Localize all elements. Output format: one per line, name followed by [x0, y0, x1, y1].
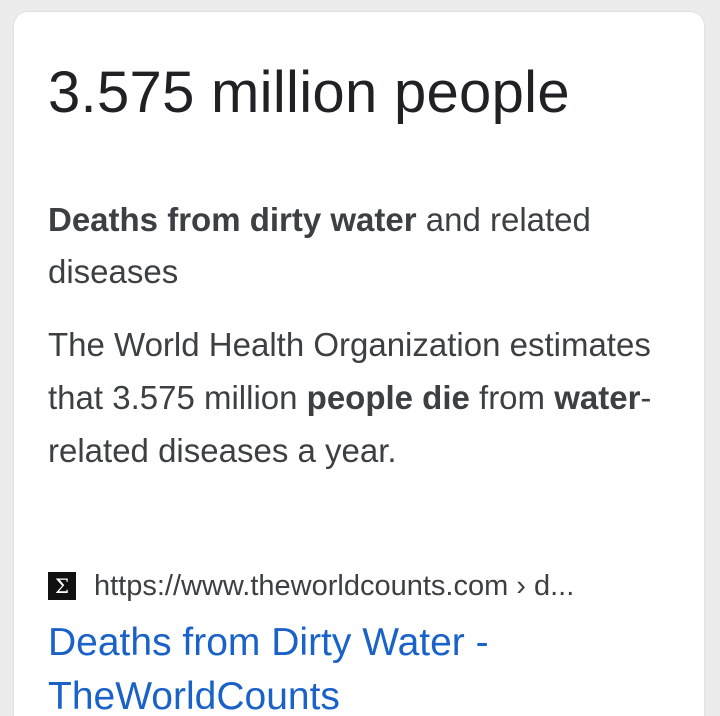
answer-heading: 3.575 million people — [48, 60, 570, 125]
snippet-text: The World Health Organization estimates … — [48, 318, 668, 477]
source-row[interactable]: Σ https://www.theworldcounts.com › d... — [48, 566, 574, 606]
featured-snippet-card: 3.575 million people Deaths from dirty w… — [14, 12, 704, 716]
snippet-part2: from — [469, 379, 555, 416]
snippet-subtitle: Deaths from dirty water and related dise… — [48, 194, 668, 298]
subtitle-bold: Deaths from dirty water — [48, 201, 417, 238]
snippet-bold2: water — [554, 379, 641, 416]
snippet-bold1: people die — [306, 379, 470, 416]
result-title-link[interactable]: Deaths from Dirty Water - TheWorldCounts — [48, 616, 668, 716]
source-url[interactable]: https://www.theworldcounts.com › d... — [94, 570, 574, 603]
sigma-icon: Σ — [48, 572, 76, 600]
